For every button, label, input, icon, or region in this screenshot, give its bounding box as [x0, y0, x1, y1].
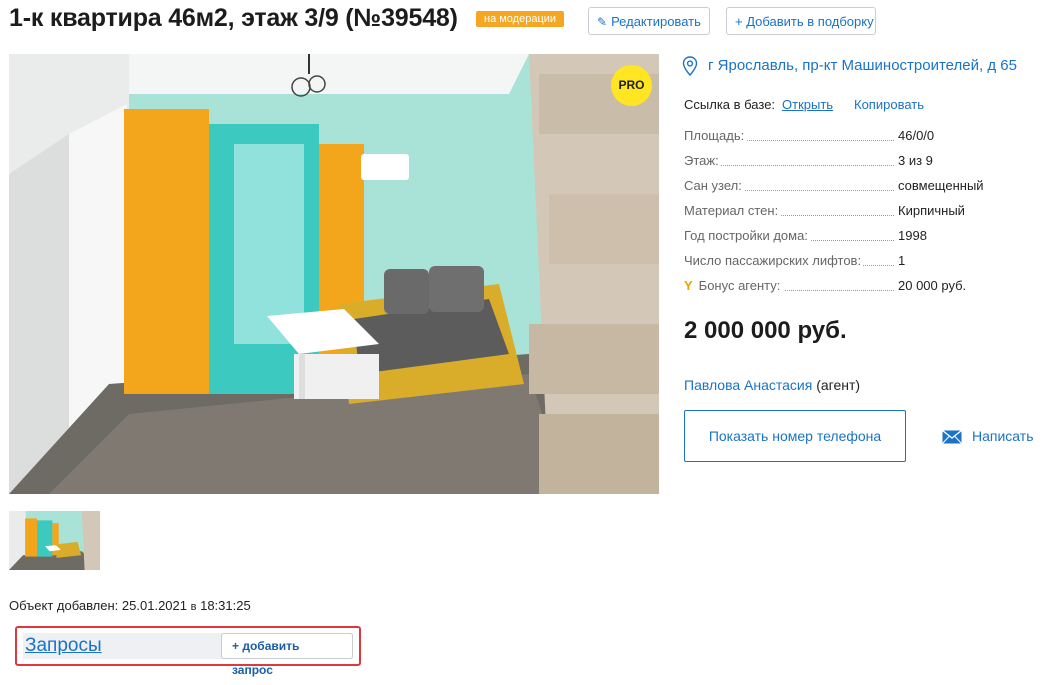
- page-title: 1-к квартира 46м2, этаж 3/9 (№39548): [9, 4, 458, 32]
- agent-role: (агент): [816, 377, 861, 393]
- agent-name-link[interactable]: Павлова Анастасия: [684, 377, 812, 393]
- add-request-button[interactable]: + добавить запрос: [221, 633, 353, 677]
- property-value: совмещенный: [898, 178, 984, 193]
- pencil-icon: ✎: [597, 15, 608, 29]
- edit-button-label: Редактировать: [611, 14, 701, 29]
- requests-link[interactable]: Запросы: [25, 635, 102, 657]
- property-key: Год постройки дома:: [684, 228, 810, 243]
- show-phone-button[interactable]: Показать номер телефона: [684, 410, 906, 462]
- property-row: Площадь: 46/0/0: [684, 128, 1014, 153]
- property-key: Материал стен:: [684, 203, 781, 218]
- property-key: Этаж:: [684, 153, 721, 168]
- added-info: Объект добавлен: 25.01.2021 в 18:31:25: [9, 598, 251, 613]
- location-pin-icon: [682, 56, 698, 81]
- db-link-label: Ссылка в базе:: [684, 97, 776, 112]
- property-value: Кирпичный: [898, 203, 965, 218]
- added-time-prefix: в: [190, 601, 197, 613]
- property-row: Год постройки дома: 1998: [684, 228, 1014, 253]
- write-message-button[interactable]: Написать: [942, 428, 1034, 445]
- property-value: 20 000 руб.: [898, 278, 967, 293]
- property-key: Сан узел:: [684, 178, 744, 193]
- add-to-selection-label: + Добавить в подборку: [735, 14, 874, 29]
- property-value: 1: [898, 253, 906, 268]
- agent-info: Павлова Анастасия (агент): [684, 377, 860, 393]
- main-photo[interactable]: [9, 54, 659, 494]
- edit-button[interactable]: ✎ Редактировать: [588, 7, 710, 35]
- open-link[interactable]: Открыть: [782, 97, 833, 112]
- write-label: Написать: [972, 428, 1034, 444]
- property-row: Сан узел: совмещенный: [684, 178, 1014, 203]
- room-photo-illustration: [9, 54, 659, 494]
- added-label: Объект добавлен:: [9, 598, 119, 613]
- envelope-icon: [942, 430, 962, 445]
- status-badge: на модерации: [476, 11, 565, 27]
- property-value: 1998: [898, 228, 927, 243]
- requests-section: Запросы + добавить запрос: [15, 626, 361, 677]
- added-time: 18:31:25: [200, 598, 251, 613]
- price: 2 000 000 руб.: [684, 317, 847, 344]
- property-value: 46/0/0: [898, 128, 935, 143]
- property-list: Площадь: 46/0/0 Этаж: 3 из 9 Сан узел: с…: [684, 128, 1014, 303]
- property-key: Площадь:: [684, 128, 747, 143]
- copy-link[interactable]: Копировать: [854, 97, 924, 112]
- requests-bar: Запросы + добавить запрос: [23, 633, 353, 677]
- property-row: Этаж: 3 из 9: [684, 153, 1014, 178]
- thumbnail-illustration: [9, 511, 100, 570]
- property-value: 3 из 9: [898, 153, 933, 168]
- photo-thumbnail[interactable]: [9, 511, 100, 570]
- property-key: Бонус агенту:: [698, 278, 783, 293]
- address-link[interactable]: г Ярославль, пр-кт Машиностроителей, д 6…: [708, 57, 1017, 74]
- property-row: Материал стен: Кирпичный: [684, 203, 1014, 228]
- property-row: Число пассажирских лифтов: 1: [684, 253, 1014, 278]
- add-to-selection-button[interactable]: + Добавить в подборку: [726, 7, 876, 35]
- pro-badge: PRO: [611, 65, 652, 106]
- trophy-icon: Y: [684, 278, 695, 293]
- property-row-bonus: Y Бонус агенту: 20 000 руб.: [684, 278, 1014, 303]
- added-date: 25.01.2021: [121, 598, 187, 613]
- property-key: Число пассажирских лифтов:: [684, 253, 864, 268]
